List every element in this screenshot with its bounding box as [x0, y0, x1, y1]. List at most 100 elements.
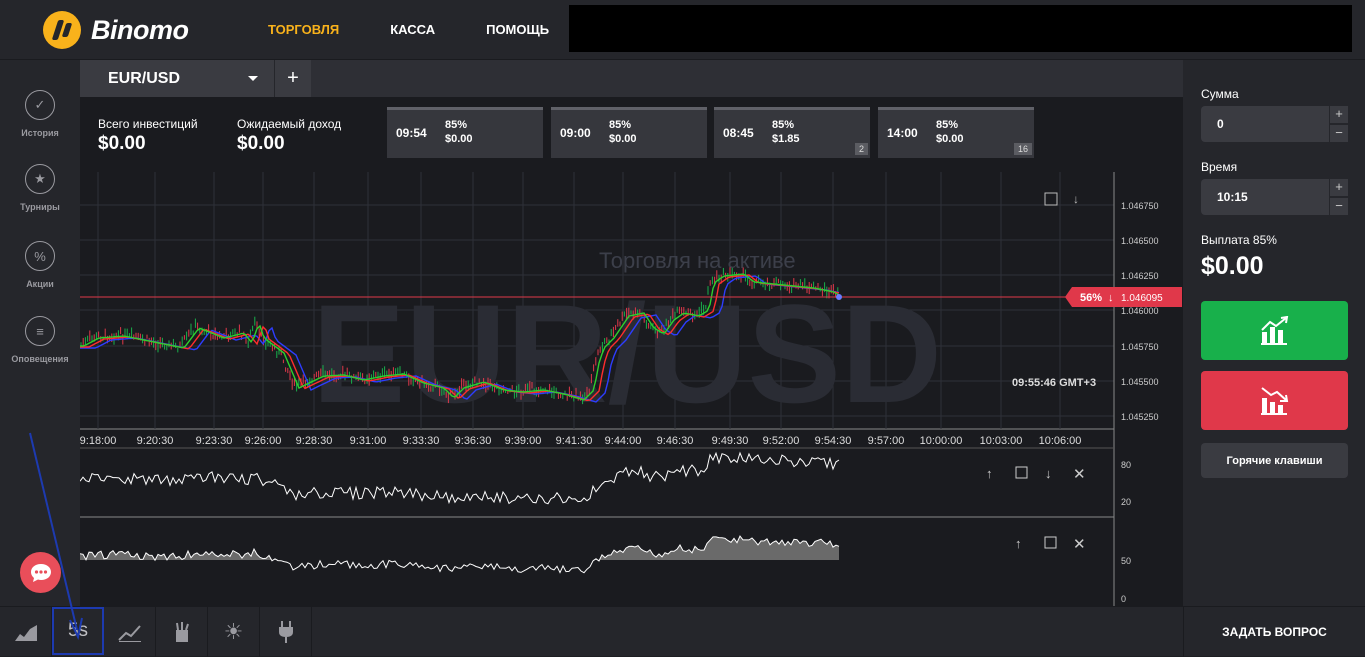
oscillator-tick-label: 50: [1121, 556, 1131, 566]
x-tick-label: 9:54:30: [815, 435, 852, 447]
x-tick-label: 9:18:00: [80, 435, 116, 447]
check-circle-icon: ✓: [25, 90, 55, 120]
deal-card[interactable]: 14:00 85% $0.00 16: [878, 107, 1034, 158]
connection-button[interactable]: [260, 607, 312, 657]
plug-icon: [278, 621, 293, 643]
deal-count-badge: 16: [1013, 143, 1032, 155]
payout-label: Выплата 85%: [1201, 233, 1277, 247]
x-tick-label: 9:49:30: [712, 435, 749, 447]
menu-icon: ≡: [25, 316, 55, 346]
left-sidebar: ✓ История ★ Турниры % Акции ≡ Оповещения: [0, 60, 80, 606]
deal-time: 08:45: [723, 126, 754, 140]
sidebar-item-promotions[interactable]: % Акции: [0, 241, 80, 289]
price-tag-value: 1.046095: [1121, 293, 1163, 304]
nav-cashier[interactable]: КАССА: [390, 22, 435, 37]
oscillator-tick-label: 80: [1121, 460, 1131, 470]
deal-percent: 85%: [609, 119, 632, 131]
close-icon[interactable]: ✕: [1073, 466, 1086, 483]
trend-chart-icon: [117, 625, 141, 642]
payout-value: $0.00: [1201, 252, 1264, 280]
time-increase-button[interactable]: +: [1330, 179, 1348, 196]
arrow-up-icon[interactable]: ↑: [986, 466, 993, 481]
y-tick-label: 1.046000: [1121, 306, 1159, 316]
y-tick-label: 1.045250: [1121, 412, 1159, 422]
sidebar-item-tournaments[interactable]: ★ Турниры: [0, 164, 80, 212]
x-tick-label: 10:06:00: [1039, 435, 1082, 447]
call-up-button[interactable]: [1201, 301, 1348, 360]
logo[interactable]: Binomo: [43, 11, 189, 49]
deal-time: 09:54: [396, 126, 427, 140]
pen-cup-icon: [175, 622, 189, 642]
logo-icon: [43, 11, 81, 49]
time-decrease-button[interactable]: −: [1330, 198, 1348, 215]
logo-text: Binomo: [91, 14, 189, 45]
deal-time: 09:00: [560, 126, 591, 140]
x-tick-label: 10:00:00: [920, 435, 963, 447]
x-tick-label: 9:36:30: [455, 435, 492, 447]
asset-tab-bar: EUR/USD +: [80, 60, 1183, 97]
timeframe-button[interactable]: 5s: [52, 607, 104, 655]
close-icon[interactable]: ✕: [1073, 536, 1086, 553]
current-price-dot: [836, 294, 842, 300]
deal-percent: 85%: [445, 119, 468, 131]
chat-button[interactable]: [20, 552, 61, 593]
chart-down-icon: [1260, 386, 1288, 415]
sidebar-item-notifications[interactable]: ≡ Оповещения: [0, 316, 80, 364]
sidebar-item-label: Турниры: [20, 202, 60, 212]
deal-amount: $0.00: [936, 133, 964, 145]
x-tick-label: 9:23:30: [196, 435, 233, 447]
chart-up-icon: [1260, 315, 1288, 345]
total-investments-value: $0.00: [98, 133, 146, 154]
bottom-toolbar: 5s ☀ ЗАДАТЬ ВОПРОС: [0, 606, 1365, 657]
nav-help[interactable]: ПОМОЩЬ: [486, 22, 549, 37]
sidebar-item-label: Оповещения: [11, 354, 69, 364]
arrow-up-icon[interactable]: ↑: [1015, 536, 1022, 551]
x-tick-label: 9:28:30: [296, 435, 333, 447]
amount-input[interactable]: 0: [1201, 106, 1329, 142]
x-tick-label: 9:31:00: [350, 435, 387, 447]
time-input[interactable]: 10:15: [1201, 179, 1329, 215]
ask-question-button[interactable]: ЗАДАТЬ ВОПРОС: [1183, 607, 1365, 657]
deal-amount: $0.00: [609, 133, 637, 145]
oscillator-tick-label: 20: [1121, 497, 1131, 507]
fullscreen-icon[interactable]: [1044, 536, 1057, 549]
amount-decrease-button[interactable]: −: [1330, 125, 1348, 142]
deal-count-badge: 2: [854, 143, 868, 155]
x-tick-label: 9:39:00: [505, 435, 542, 447]
x-tick-label: 9:46:30: [657, 435, 694, 447]
x-tick-label: 9:41:30: [556, 435, 593, 447]
arrow-down-icon[interactable]: ↓: [1073, 192, 1079, 206]
sidebar-item-history[interactable]: ✓ История: [0, 90, 80, 138]
price-chart: Торговля на активе EUR/USD 56% ↓ 1.04609…: [80, 172, 1182, 607]
asset-selector[interactable]: EUR/USD: [80, 60, 274, 97]
add-asset-button[interactable]: +: [274, 60, 311, 97]
amount-increase-button[interactable]: +: [1330, 106, 1348, 123]
main-nav: ТОРГОВЛЯ КАССА ПОМОЩЬ: [268, 22, 600, 37]
nav-trading[interactable]: ТОРГОВЛЯ: [268, 22, 339, 37]
fullscreen-icon[interactable]: [1044, 192, 1058, 206]
time-label: Время: [1201, 160, 1238, 174]
total-investments-label: Всего инвестиций: [98, 117, 198, 131]
redacted-area: [569, 5, 1352, 52]
deal-percent: 85%: [936, 119, 959, 131]
deal-card[interactable]: 09:54 85% $0.00: [387, 107, 543, 158]
indicators-button[interactable]: [104, 607, 156, 657]
chart-area[interactable]: Всего инвестиций $0.00 Ожидаемый доход $…: [80, 97, 1183, 607]
x-tick-label: 9:57:00: [868, 435, 905, 447]
watermark-asset: EUR/USD: [312, 275, 942, 432]
chevron-down-icon: [248, 76, 258, 81]
deal-card[interactable]: 08:45 85% $1.85 2: [714, 107, 870, 158]
arrow-down-icon[interactable]: ↓: [1045, 466, 1052, 481]
hotkeys-button[interactable]: Горячие клавиши: [1201, 443, 1348, 478]
drawing-tools-button[interactable]: [156, 607, 208, 657]
x-tick-label: 9:33:30: [403, 435, 440, 447]
theme-button[interactable]: ☀: [208, 607, 260, 657]
chart-type-button[interactable]: [0, 607, 52, 657]
fullscreen-icon[interactable]: [1015, 466, 1028, 479]
expected-income: Ожидаемый доход $0.00: [237, 117, 341, 155]
deal-card[interactable]: 09:00 85% $0.00: [551, 107, 707, 158]
top-bar: Binomo ТОРГОВЛЯ КАССА ПОМОЩЬ: [0, 0, 1365, 60]
put-down-button[interactable]: [1201, 371, 1348, 430]
y-tick-label: 1.046250: [1121, 271, 1159, 281]
expected-income-label: Ожидаемый доход: [237, 117, 342, 131]
